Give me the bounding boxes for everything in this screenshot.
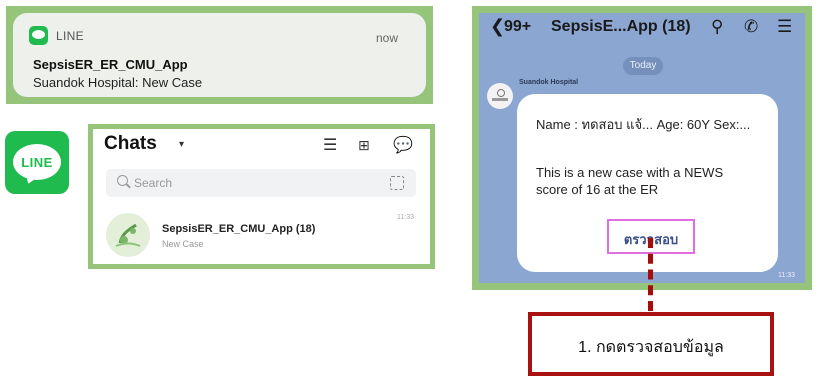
back-chevron-icon[interactable]: ❮ [490, 16, 505, 37]
message-patient-line: Name : ทดสอบ แจ้... Age: 60Y Sex:... [536, 117, 751, 132]
video-plus-icon[interactable]: ⊞ [358, 137, 370, 154]
chat-top-bar: ❮ 99+ SepsisE...App (18) ⚲ ✆ ☰ [479, 13, 805, 42]
annotation-callout: 1. กดตรวจสอบข้อมูล [528, 312, 774, 376]
menu-icon[interactable]: ☰ [777, 17, 792, 37]
chevron-down-icon[interactable]: ▾ [179, 139, 184, 150]
annotation-connector [648, 238, 653, 311]
phone-icon[interactable]: ✆ [744, 17, 758, 37]
line-icon-label: LINE [21, 155, 53, 170]
notification-panel: LINE now SepsisER_ER_CMU_App Suandok Hos… [6, 6, 433, 104]
chats-title[interactable]: Chats [104, 133, 157, 155]
chat-window-panel: ❮ 99+ SepsisE...App (18) ⚲ ✆ ☰ Today Sua… [472, 6, 812, 290]
chats-panel: Chats ▾ ☰ ⊞ 💬 Search SepsisER_ER_CMU_App… [88, 124, 435, 269]
notification-body: Suandok Hospital: New Case [33, 75, 203, 90]
notification-app-name: LINE [56, 29, 84, 43]
search-input[interactable]: Search [106, 169, 416, 197]
message-text-line1: This is a new case with a NEWS [536, 165, 724, 180]
filter-list-icon[interactable]: ☰ [323, 135, 337, 155]
avatar [106, 213, 150, 257]
search-icon [117, 175, 128, 186]
line-app-launcher-icon[interactable]: LINE [5, 131, 69, 194]
sender-name: Suandok Hospital [519, 79, 579, 86]
sender-avatar[interactable] [487, 83, 513, 109]
chat-time: 11:33 [397, 214, 414, 221]
search-icon[interactable]: ⚲ [711, 17, 723, 37]
notification-card[interactable]: LINE now SepsisER_ER_CMU_App Suandok Hos… [13, 13, 426, 97]
notification-time: now [375, 31, 398, 45]
date-chip: Today [623, 57, 663, 75]
new-chat-icon[interactable]: 💬 [393, 135, 413, 155]
message-time: 11:33 [778, 272, 795, 279]
search-placeholder: Search [134, 176, 173, 190]
line-app-icon [29, 26, 48, 45]
scan-icon[interactable] [390, 176, 404, 190]
chat-title[interactable]: SepsisE...App (18) [551, 18, 691, 36]
chat-preview: New Case [162, 239, 204, 249]
message-text-line2: score of 16 at the ER [536, 182, 659, 197]
chat-name: SepsisER_ER_CMU_App (18) [162, 223, 316, 235]
annotation-text: 1. กดตรวจสอบข้อมูล [578, 339, 724, 356]
notification-title: SepsisER_ER_CMU_App [33, 57, 188, 72]
back-unread-count[interactable]: 99+ [504, 18, 531, 36]
